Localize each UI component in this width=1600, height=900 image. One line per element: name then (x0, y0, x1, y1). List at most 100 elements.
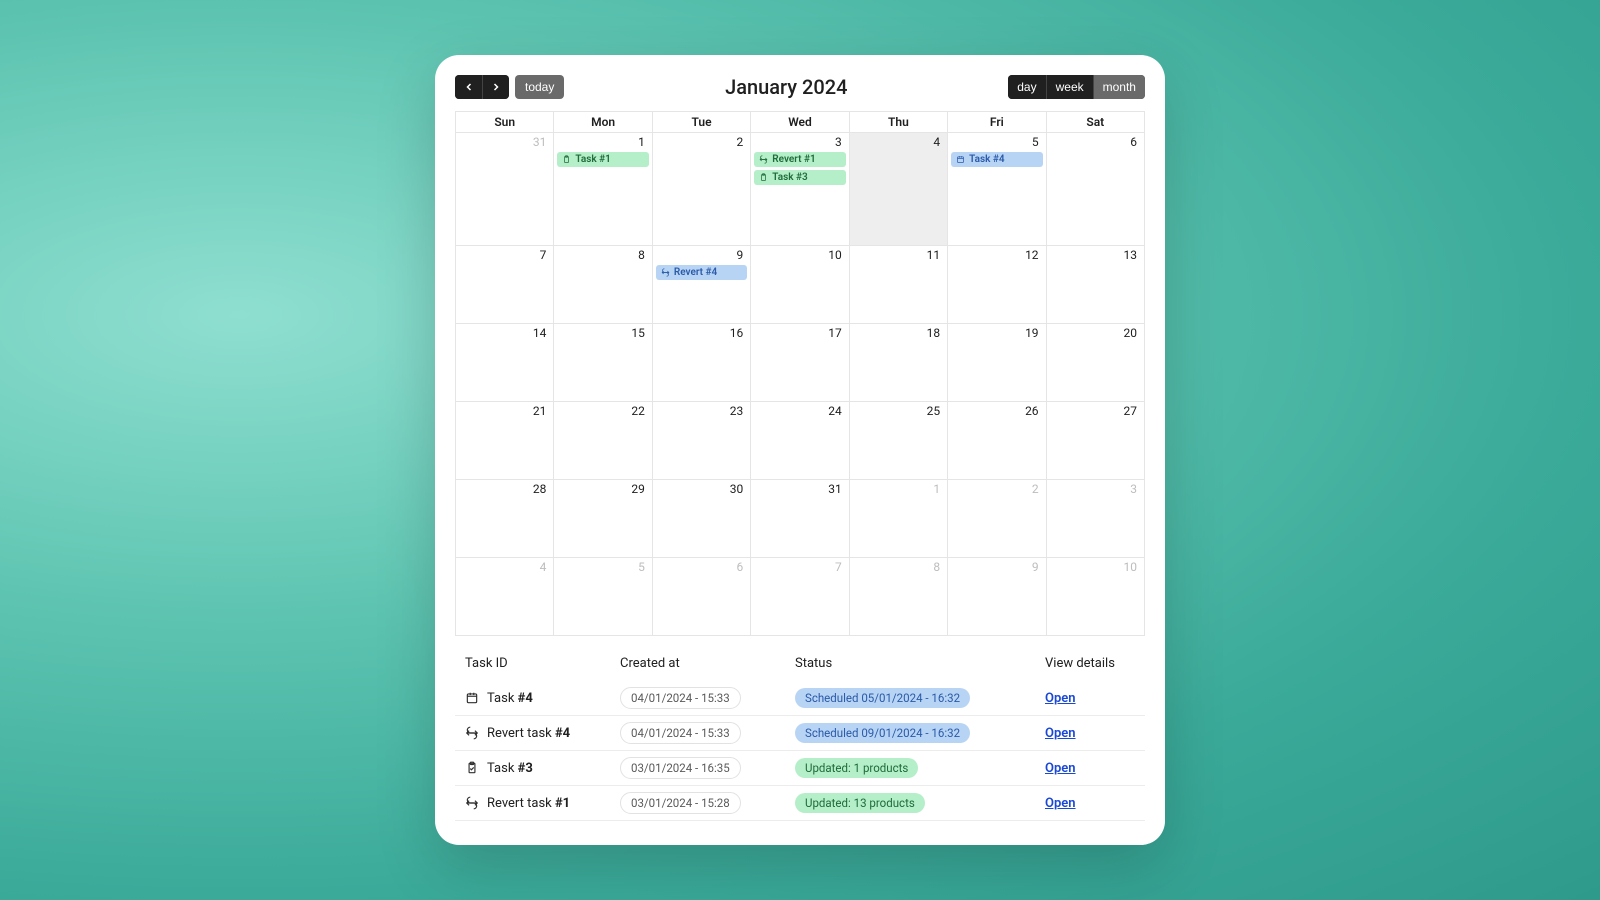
task-id-cell: Task #4 (465, 691, 620, 706)
calendar-day[interactable]: 9Revert #4 (652, 246, 750, 324)
open-link[interactable]: Open (1045, 761, 1076, 776)
calendar-day[interactable]: 22 (553, 402, 651, 480)
calendar-day[interactable]: 18 (849, 324, 947, 402)
calendar-day[interactable]: 7 (750, 558, 848, 636)
calendar-event[interactable]: Revert #1 (754, 152, 845, 167)
calendar-day[interactable]: 5 (553, 558, 651, 636)
calendar-day[interactable]: 10 (750, 246, 848, 324)
day-number: 21 (459, 404, 550, 418)
calendar-day[interactable]: 1Task #1 (553, 133, 651, 246)
calendar-day[interactable]: 20 (1046, 324, 1144, 402)
day-number: 7 (459, 248, 550, 262)
clipboard-icon (759, 173, 768, 182)
col-task-id: Task ID (465, 656, 620, 671)
calendar-day[interactable]: 4 (849, 133, 947, 246)
prev-button[interactable] (455, 75, 482, 99)
calendar-day[interactable]: 17 (750, 324, 848, 402)
calendar-day[interactable]: 4 (455, 558, 553, 636)
calendar-day[interactable]: 15 (553, 324, 651, 402)
calendar-day[interactable]: 8 (849, 558, 947, 636)
dow-cell: Thu (849, 112, 947, 133)
calendar-day[interactable]: 6 (652, 558, 750, 636)
table-row: Revert task #103/01/2024 - 15:28Updated:… (455, 786, 1145, 821)
view-day-button[interactable]: day (1008, 75, 1045, 99)
calendar-day[interactable]: 31 (455, 133, 553, 246)
calendar-day[interactable]: 11 (849, 246, 947, 324)
calendar-day[interactable]: 5Task #4 (947, 133, 1045, 246)
status-pill: Scheduled 05/01/2024 - 16:32 (795, 688, 970, 708)
calendar-event[interactable]: Task #1 (557, 152, 648, 167)
calendar-day[interactable]: 2 (652, 133, 750, 246)
calendar-grid: SunMonTueWedThuFriSat 311Task #123Revert… (455, 111, 1145, 636)
day-number: 6 (656, 560, 747, 574)
day-number: 7 (754, 560, 845, 574)
view-week-button[interactable]: week (1046, 75, 1093, 99)
calendar-day[interactable]: 13 (1046, 246, 1144, 324)
calendar-day[interactable]: 31 (750, 480, 848, 558)
clipboard-check-icon (465, 761, 479, 775)
next-button[interactable] (482, 75, 509, 99)
calendar-day[interactable]: 1 (849, 480, 947, 558)
status-pill: Updated: 13 products (795, 793, 925, 813)
open-link[interactable]: Open (1045, 691, 1076, 706)
calendar-day[interactable]: 24 (750, 402, 848, 480)
calendar-day[interactable]: 23 (652, 402, 750, 480)
calendar-day[interactable]: 27 (1046, 402, 1144, 480)
created-pill: 04/01/2024 - 15:33 (620, 687, 741, 709)
calendar-day[interactable]: 6 (1046, 133, 1144, 246)
calendar-day[interactable]: 10 (1046, 558, 1144, 636)
calendar-week: 311Task #123Revert #1Task #345Task #46 (455, 133, 1144, 246)
day-number: 27 (1050, 404, 1141, 418)
calendar-day[interactable]: 19 (947, 324, 1045, 402)
day-number: 4 (853, 135, 944, 149)
day-number: 8 (557, 248, 648, 262)
chevron-left-icon (463, 81, 475, 93)
clipboard-icon (562, 155, 571, 164)
task-id-text: Revert task #4 (487, 726, 570, 741)
calendar-day[interactable]: 30 (652, 480, 750, 558)
day-number: 9 (951, 560, 1042, 574)
day-number: 28 (459, 482, 550, 496)
calendar-title: January 2024 (725, 75, 847, 99)
task-id-text: Task #3 (487, 761, 533, 776)
day-number: 19 (951, 326, 1042, 340)
calendar-day[interactable]: 29 (553, 480, 651, 558)
calendar-day[interactable]: 2 (947, 480, 1045, 558)
day-number: 1 (853, 482, 944, 496)
calendar-day[interactable]: 7 (455, 246, 553, 324)
calendar-day[interactable]: 25 (849, 402, 947, 480)
day-number: 20 (1050, 326, 1141, 340)
day-number: 15 (557, 326, 648, 340)
calendar-event[interactable]: Task #3 (754, 170, 845, 185)
task-id-text: Task #4 (487, 691, 533, 706)
calendar-day[interactable]: 28 (455, 480, 553, 558)
day-number: 11 (853, 248, 944, 262)
day-number: 16 (656, 326, 747, 340)
calendar-event[interactable]: Task #4 (951, 152, 1042, 167)
calendar-day[interactable]: 26 (947, 402, 1045, 480)
open-link[interactable]: Open (1045, 726, 1076, 741)
day-number: 2 (656, 135, 747, 149)
calendar-day[interactable]: 8 (553, 246, 651, 324)
calendar-week: 212223242526 27 (455, 402, 1144, 480)
calendar-day[interactable]: 3 (1046, 480, 1144, 558)
calendar-day[interactable]: 16 (652, 324, 750, 402)
day-number: 14 (459, 326, 550, 340)
calendar-day[interactable]: 14 (455, 324, 553, 402)
today-button[interactable]: today (515, 75, 564, 99)
dow-cell: Sat (1046, 112, 1144, 133)
calendar-day[interactable]: 3Revert #1Task #3 (750, 133, 848, 246)
calendar-day[interactable]: 12 (947, 246, 1045, 324)
calendar-day[interactable]: 21 (455, 402, 553, 480)
calendar-day[interactable]: 9 (947, 558, 1045, 636)
calendar-event[interactable]: Revert #4 (656, 265, 747, 280)
dow-cell: Sun (455, 112, 553, 133)
revert-icon (661, 268, 670, 277)
open-link[interactable]: Open (1045, 796, 1076, 811)
calendar-week: 14 15 161718 19 20 (455, 324, 1144, 402)
day-number: 8 (853, 560, 944, 574)
view-month-button[interactable]: month (1093, 75, 1145, 99)
dow-cell: Tue (652, 112, 750, 133)
day-number: 2 (951, 482, 1042, 496)
revert-icon (759, 155, 768, 164)
